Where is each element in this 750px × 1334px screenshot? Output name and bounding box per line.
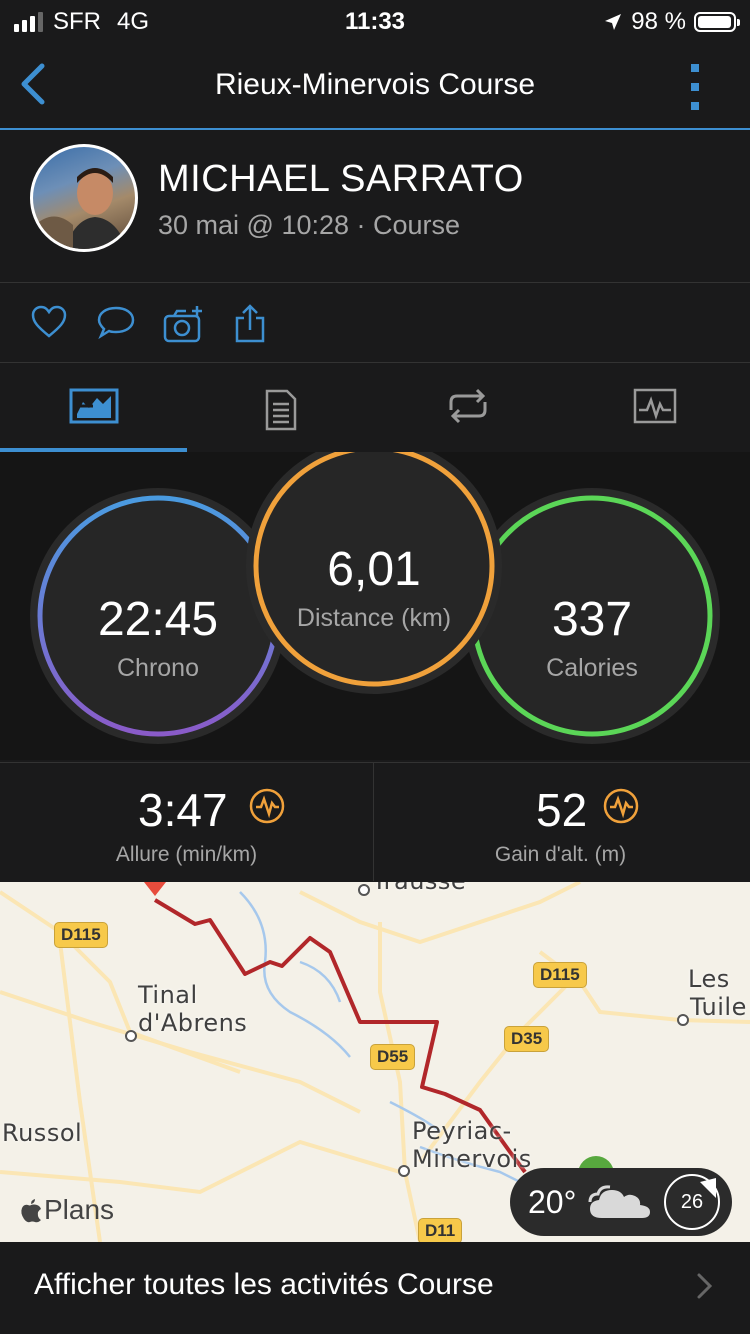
all-activities-label: Afficher toutes les activités Course <box>34 1268 494 1301</box>
share-icon[interactable] <box>234 304 266 344</box>
pace-stat[interactable]: 3:47 Allure (min/km) <box>0 763 373 881</box>
location-arrow-icon <box>605 14 622 30</box>
tab-charts[interactable] <box>561 364 748 452</box>
action-bar <box>0 284 750 363</box>
place-russol: Russol <box>2 1119 83 1147</box>
chrono-label: Chrono <box>117 654 199 682</box>
road-badge: D115 <box>533 962 587 988</box>
calories-value: 337 <box>551 593 633 646</box>
trend-icon <box>603 788 639 824</box>
tab-laps[interactable] <box>374 364 561 452</box>
road-badge: D55 <box>370 1044 416 1070</box>
laps-icon <box>449 388 486 424</box>
activity-date-type: 30 mai @ 10:28 · Course <box>158 210 461 240</box>
more-vertical-icon[interactable] <box>680 62 710 112</box>
apple-logo-icon <box>21 1199 41 1223</box>
maps-attribution-label: Plans <box>44 1194 115 1225</box>
activity-header: MICHAEL SARRATO 30 mai @ 10:28 · Course <box>0 130 750 283</box>
place-les: Les <box>688 965 730 993</box>
navigation-bar: Rieux-Minervois Course <box>0 42 750 130</box>
place-abrens: d'Abrens <box>138 1009 248 1037</box>
trend-icon <box>249 788 285 824</box>
tab-stats[interactable] <box>187 364 374 452</box>
tab-overview[interactable] <box>0 364 187 452</box>
elevation-value: 52 <box>536 784 588 836</box>
stats-row: 3:47 Allure (min/km) 52 Gain d'alt. (m) <box>0 762 750 881</box>
road-badge: D35 <box>504 1026 550 1052</box>
battery-percent: 98 % <box>631 8 686 35</box>
chevron-right-icon <box>697 1273 713 1299</box>
weather-badge[interactable]: 20° 26 <box>510 1168 732 1236</box>
elevation-stat[interactable]: 52 Gain d'alt. (m) <box>374 763 747 881</box>
battery-icon <box>694 12 740 32</box>
elevation-label: Gain d'alt. (m) <box>494 843 627 866</box>
place-tinal: Tinal <box>138 981 198 1009</box>
comment-icon[interactable] <box>96 304 136 340</box>
tab-bar <box>0 364 750 453</box>
all-activities-row[interactable]: Afficher toutes les activités Course <box>0 1242 750 1334</box>
wind-speed: 26 <box>664 1174 720 1230</box>
road-badge: D115 <box>54 922 108 948</box>
pace-value: 3:47 <box>138 784 228 836</box>
avatar[interactable] <box>30 144 138 252</box>
temperature: 20° <box>528 1184 577 1220</box>
summary-circles: 22:45 Chrono 6,01 Distance (km) 337 Calo… <box>0 452 750 760</box>
status-bar: SFR 4G 11:33 98 % <box>0 0 750 42</box>
road-badge: D11 <box>418 1218 463 1242</box>
add-photo-icon[interactable] <box>162 304 206 344</box>
pace-label: Allure (min/km) <box>115 843 258 866</box>
stats-list-icon <box>265 389 296 431</box>
athlete-name[interactable]: MICHAEL SARRATO <box>158 158 524 201</box>
place-minervois: Minervois <box>412 1145 532 1173</box>
maps-attribution: Plans <box>20 1194 114 1226</box>
distance-value: 6,01 <box>327 543 421 596</box>
place-tuile: Tuile <box>690 993 747 1021</box>
distance-label: Distance (km) <box>296 604 452 632</box>
place-peyriac: Peyriac- <box>412 1117 512 1145</box>
heart-icon[interactable] <box>30 304 68 340</box>
wind-direction-icon <box>700 1178 716 1198</box>
cloud-icon <box>588 1185 650 1218</box>
chrono-value: 22:45 <box>97 593 219 646</box>
overview-icon <box>69 388 118 424</box>
calories-label: Calories <box>546 654 638 682</box>
place-trausse: Trausse <box>372 882 466 894</box>
page-title: Rieux-Minervois Course <box>214 68 536 101</box>
charts-icon <box>633 388 676 424</box>
